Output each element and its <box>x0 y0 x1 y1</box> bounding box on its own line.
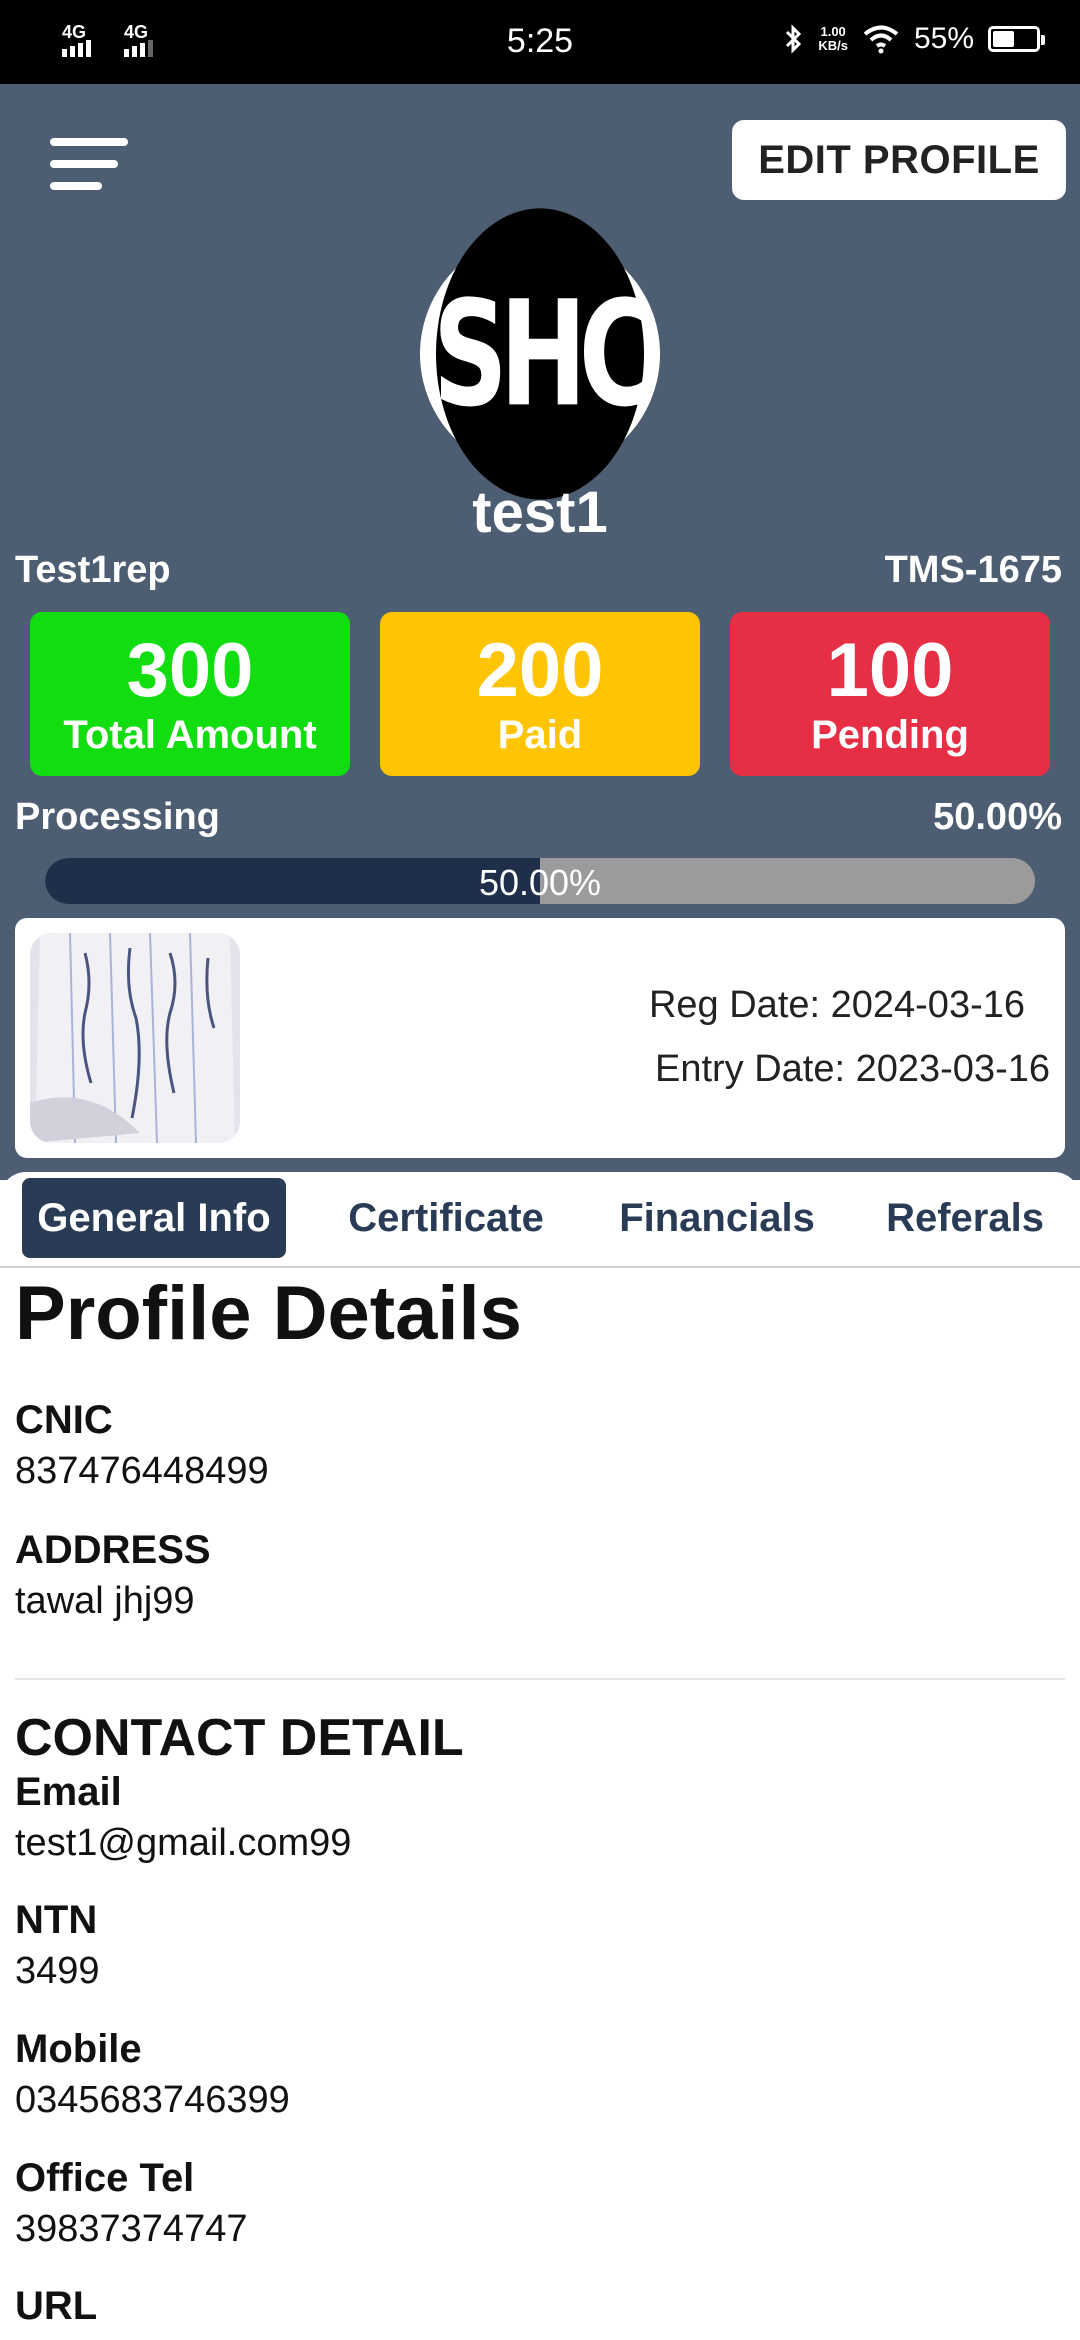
address-label: ADDRESS <box>15 1528 211 1572</box>
username: test1 <box>472 480 608 545</box>
mobile-value: 0345683746399 <box>15 2079 290 2121</box>
edit-profile-button[interactable]: EDIT PROFILE <box>732 120 1066 200</box>
tab-certificate[interactable]: Certificate <box>330 1178 562 1258</box>
paid-card: 200 Paid <box>380 612 700 776</box>
paid-value: 200 <box>476 628 604 713</box>
handwritten-document-image <box>30 933 240 1143</box>
cnic-value: 837476448499 <box>15 1450 269 1492</box>
ntn-value: 3499 <box>15 1950 100 1992</box>
address-value: tawal jhj99 <box>15 1580 195 1622</box>
bluetooth-icon <box>786 24 802 54</box>
tms-id: TMS-1675 <box>884 549 1062 591</box>
reg-date: Reg Date: 2024-03-16 <box>648 984 1025 1026</box>
battery-icon <box>988 26 1045 52</box>
tab-general-info[interactable]: General Info <box>22 1178 286 1258</box>
tab-financials[interactable]: Financials <box>605 1178 829 1258</box>
status-bar: 4G 4G 5:25 1.00 KB/s 55% <box>0 0 1080 84</box>
office-tel-label: Office Tel <box>15 2156 195 2200</box>
profile-header: EDIT PROFILE SHC test1 Test1rep TMS-1675… <box>0 84 1080 1180</box>
ntn-label: NTN <box>15 1898 98 1942</box>
pending-label: Pending <box>811 713 969 757</box>
pending-card: 100 Pending <box>730 612 1050 776</box>
paid-label: Paid <box>497 713 583 757</box>
email-label: Email <box>15 1770 122 1814</box>
tab-referals[interactable]: Referals <box>870 1178 1060 1258</box>
wifi-icon <box>863 25 899 54</box>
total-amount-value: 300 <box>126 628 254 713</box>
progress-bar: 50.00% <box>45 858 1035 904</box>
profile-details-heading: Profile Details <box>15 1271 522 1356</box>
total-amount-card: 300 Total Amount <box>30 612 350 776</box>
company-logo: SHC <box>420 208 660 500</box>
mobile-label: Mobile <box>15 2027 142 2071</box>
pending-value: 100 <box>826 628 954 713</box>
section-divider <box>15 1678 1065 1680</box>
contact-detail-heading: CONTACT DETAIL <box>15 1709 464 1767</box>
entry-date: Entry Date: 2023-03-16 <box>654 1048 1050 1090</box>
processing-label: Processing <box>15 796 220 838</box>
tab-bar: General Info Certificate Financials Refe… <box>0 1172 1080 1268</box>
url-label: URL <box>15 2284 98 2328</box>
document-thumbnail[interactable] <box>30 933 240 1143</box>
registration-card: Reg Date: 2024-03-16 Entry Date: 2023-03… <box>15 918 1065 1158</box>
status-icons: 1.00 KB/s 55% <box>784 22 1045 56</box>
office-tel-value: 39837374747 <box>15 2208 248 2250</box>
network-speed: 1.00 KB/s <box>818 24 848 53</box>
cnic-label: CNIC <box>15 1398 113 1442</box>
processing-value: 50.00% <box>933 796 1062 838</box>
progress-text: 50.00% <box>478 862 602 903</box>
total-amount-label: Total Amount <box>63 713 317 757</box>
battery-percent: 55% <box>913 22 974 55</box>
menu-icon[interactable] <box>50 132 130 194</box>
representative-name: Test1rep <box>15 549 171 591</box>
email-value: test1@gmail.com99 <box>15 1822 352 1864</box>
